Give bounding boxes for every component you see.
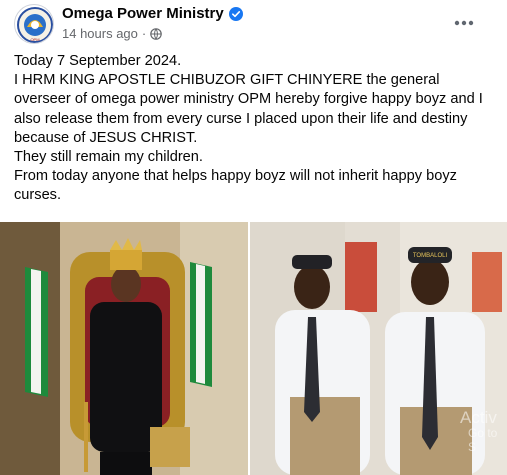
- post-photos: TOMBALOLI Activ Go to S: [0, 222, 507, 475]
- svg-text:OPM: OPM: [30, 37, 39, 42]
- post-line: I HRM KING APOSTLE CHIBUZOR GIFT CHINYER…: [14, 72, 483, 146]
- post-header: OPM Omega Power Ministry 14 hours ago ·: [0, 0, 507, 48]
- windows-activation-watermark-sub: Go to S: [468, 426, 498, 454]
- verified-badge-icon: [228, 6, 243, 21]
- page-name-container[interactable]: Omega Power Ministry: [62, 5, 243, 22]
- post-line: They still remain my children.: [14, 149, 203, 166]
- globe-icon[interactable]: [150, 27, 163, 40]
- post-text: Today 7 September 2024. I HRM KING APOST…: [14, 52, 499, 206]
- page-name[interactable]: Omega Power Ministry: [62, 5, 224, 22]
- post-line: Today 7 September 2024.: [14, 53, 182, 69]
- meta-separator: ·: [141, 26, 147, 41]
- post-timestamp[interactable]: 14 hours ago: [62, 26, 138, 41]
- more-options-icon: [454, 20, 474, 26]
- cap-badge-text: TOMBALOLI: [413, 253, 448, 259]
- post-meta: 14 hours ago ·: [62, 26, 163, 41]
- photo-king-on-throne[interactable]: [0, 222, 248, 475]
- more-options-button[interactable]: [451, 10, 477, 36]
- windows-activation-watermark: Activ: [460, 408, 497, 427]
- page-avatar[interactable]: OPM: [14, 4, 54, 44]
- post-line: From today anyone that helps happy boyz …: [14, 168, 457, 204]
